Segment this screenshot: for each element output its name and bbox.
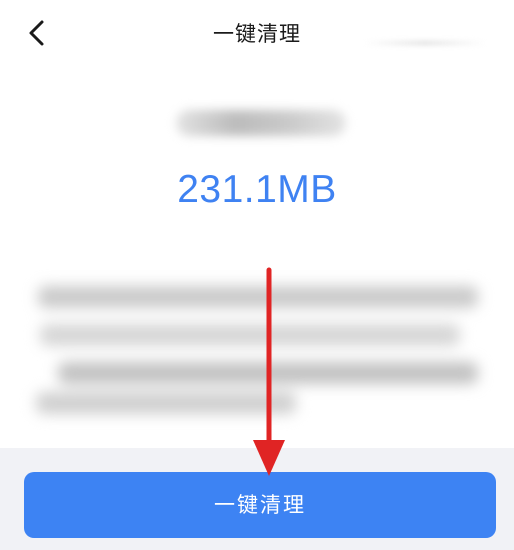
screen: 一键清理 231.1MB 一键清理 (0, 0, 514, 550)
blurred-line (38, 286, 478, 308)
one-click-clean-button[interactable]: 一键清理 (24, 472, 496, 538)
blurred-size-label (176, 110, 346, 136)
blurred-line (36, 392, 296, 414)
blurred-line (58, 362, 478, 384)
blurred-header-detail (364, 40, 486, 46)
junk-size-value: 231.1MB (177, 168, 337, 211)
nav-bar: 一键清理 (0, 0, 514, 66)
blurred-line (40, 324, 460, 346)
blurred-details-block (28, 278, 494, 420)
